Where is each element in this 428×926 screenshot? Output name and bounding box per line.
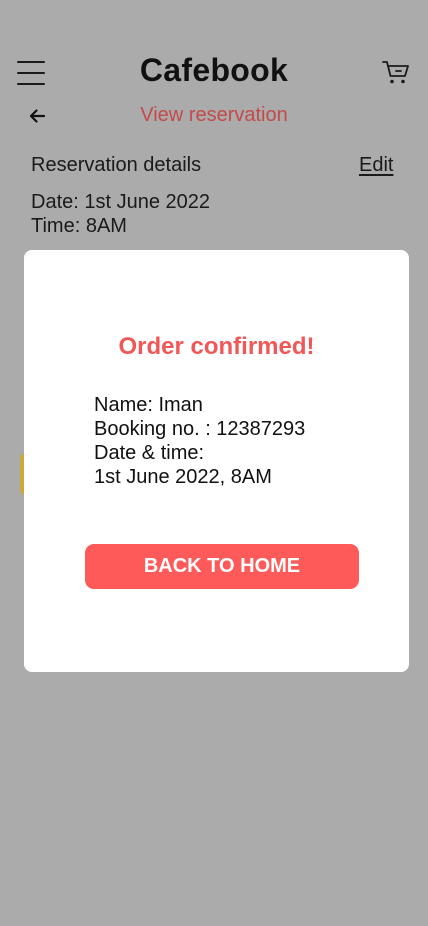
booking-datetime-label: Date & time:: [94, 442, 205, 464]
reservation-date: Date: 1st June 2022: [31, 191, 211, 213]
order-confirmation-modal: Order confirmed! Name: Iman Booking no. …: [24, 250, 409, 672]
reservation-time: Time: 8AM: [31, 215, 127, 237]
page-subtitle: View reservation: [140, 104, 288, 126]
booking-datetime-value: 1st June 2022, 8AM: [94, 466, 272, 488]
booking-info: Name: Iman Booking no. : 12387293 Date &…: [94, 393, 305, 489]
reservation-details-heading: Reservation details: [31, 154, 202, 176]
modal-title: Order confirmed!: [118, 333, 315, 360]
back-to-home-button[interactable]: BACK TO HOME: [85, 544, 359, 589]
edit-link[interactable]: Edit: [359, 154, 393, 177]
app-title: Cafebook: [139, 52, 289, 88]
booking-name: Name: Iman: [94, 394, 203, 416]
booking-number: Booking no. : 12387293: [94, 418, 306, 440]
cart-icon[interactable]: [382, 58, 410, 86]
